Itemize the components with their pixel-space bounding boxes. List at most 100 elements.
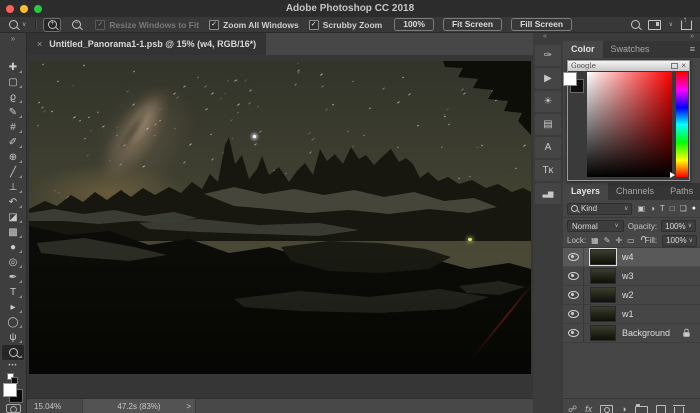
zoom-tool[interactable] — [2, 345, 24, 360]
filter-toggle[interactable]: ● — [692, 205, 696, 212]
visibility-toggle[interactable] — [563, 324, 584, 342]
move-tool[interactable]: ✚ — [2, 60, 24, 75]
document-tab[interactable]: × Untitled_Panorama1-1.psb @ 15% (w4, RG… — [27, 33, 266, 55]
zoom-100-button[interactable]: 100% — [394, 18, 434, 31]
tab-color[interactable]: Color — [563, 41, 603, 58]
quick-mask-button[interactable] — [6, 404, 21, 413]
lock-position-icon[interactable]: ✛ — [615, 237, 622, 245]
path-selection-tool[interactable]: ▸ — [2, 300, 24, 315]
crop-tool[interactable]: # — [2, 120, 24, 135]
layer-thumbnail[interactable] — [590, 249, 616, 265]
hand-tool[interactable]: ψ — [2, 330, 24, 345]
foreground-background-swatches[interactable] — [3, 383, 23, 398]
layer-thumbnail[interactable] — [590, 268, 616, 284]
spot-healing-tool[interactable]: ⊕ — [2, 150, 24, 165]
libraries-icon[interactable]: ▤ — [535, 114, 561, 135]
eyedropper-tool[interactable]: ✐ — [2, 135, 24, 150]
search-icon[interactable] — [631, 20, 640, 29]
hue-slider[interactable] — [676, 72, 688, 177]
layer-row-w3[interactable]: w3 — [563, 267, 700, 286]
ellipse-tool[interactable]: ◯ — [2, 315, 24, 330]
pixel-filter-icon[interactable]: ▣ — [637, 205, 645, 213]
character-styles-icon[interactable]: Tᴋ — [535, 160, 561, 181]
fill-value[interactable]: 100% ∨ — [662, 235, 697, 247]
type-tool[interactable]: T — [2, 285, 24, 300]
layer-style-icon[interactable]: fx — [585, 405, 592, 413]
adjustment-filter-icon[interactable]: ◑ — [650, 205, 655, 213]
share-icon[interactable]: ↑ — [681, 20, 692, 30]
brush-tool[interactable]: ╱ — [2, 165, 24, 180]
panel-menu-icon[interactable]: ≡ — [690, 41, 700, 58]
glyphs-icon[interactable]: A — [535, 137, 561, 158]
canvas-area[interactable] — [27, 55, 533, 398]
google-window-titlebar[interactable]: Google × — [568, 61, 689, 71]
visibility-toggle[interactable] — [563, 305, 584, 323]
zoom-percentage[interactable]: 15.04% — [34, 402, 61, 411]
eraser-tool[interactable]: ◪ — [2, 210, 24, 225]
zoom-tool-preset[interactable]: ∨ — [6, 19, 29, 30]
layer-row-w4[interactable]: w4 — [563, 248, 700, 267]
zoom-out-button[interactable] — [67, 18, 85, 32]
gradient-tool[interactable]: ▩ — [2, 225, 24, 240]
close-window-icon[interactable]: × — [681, 62, 686, 70]
edit-toolbar-button[interactable]: ••• — [8, 363, 17, 369]
layer-row-background[interactable]: Background — [563, 324, 700, 343]
smart-object-filter-icon[interactable]: ❏ — [680, 205, 687, 213]
visibility-toggle[interactable] — [563, 248, 584, 266]
zoom-in-button[interactable] — [43, 18, 61, 32]
restore-window-icon[interactable] — [671, 63, 678, 69]
blur-tool[interactable]: ● — [2, 240, 24, 255]
pen-tool[interactable]: ✒ — [2, 270, 24, 285]
checkbox-scrubby-zoom[interactable]: ✓Scrubby Zoom — [309, 20, 383, 30]
status-timing[interactable]: 47.2s (83%) > — [82, 399, 196, 413]
history-brush-tool[interactable]: ↶ — [2, 195, 24, 210]
add-layer-mask-icon[interactable] — [600, 405, 613, 413]
type-filter-icon[interactable]: T — [660, 205, 665, 213]
clone-stamp-tool[interactable]: ⊥ — [2, 180, 24, 195]
link-layers-icon[interactable]: ☍ — [568, 405, 577, 413]
histogram-icon[interactable]: ▃▆ — [535, 183, 561, 204]
chevron-down-icon[interactable]: ∨ — [669, 22, 673, 28]
delete-layer-icon[interactable] — [674, 407, 684, 413]
close-tab-icon[interactable]: × — [37, 39, 42, 49]
tab-channels[interactable]: Channels — [608, 183, 662, 200]
status-chevron-icon[interactable]: > — [186, 402, 191, 411]
layer-thumbnail[interactable] — [590, 325, 616, 341]
lock-transparency-icon[interactable]: ▦ — [591, 237, 599, 245]
blend-mode-select[interactable]: Normal ∨ — [567, 220, 624, 232]
layer-filter-kind-select[interactable]: Kind ∨ — [567, 203, 632, 215]
expand-dock-icon[interactable]: » — [690, 33, 694, 40]
brush-settings-icon[interactable]: ✑ — [535, 45, 561, 66]
collapse-dock-icon[interactable]: « — [543, 33, 547, 40]
lock-pixels-icon[interactable]: ✎ — [604, 237, 611, 245]
foreground-color-swatch[interactable] — [3, 383, 17, 397]
adjustment-layer-icon[interactable]: ◑ — [621, 405, 626, 413]
fill-screen-button[interactable]: Fill Screen — [511, 18, 572, 31]
checkbox-zoom-all-windows[interactable]: ✓Zoom All Windows — [209, 20, 299, 30]
dodge-tool[interactable]: ◎ — [2, 255, 24, 270]
lasso-tool[interactable]: ϱ — [2, 90, 24, 105]
sun-icon[interactable]: ☀ — [535, 91, 561, 112]
layer-thumbnail[interactable] — [590, 287, 616, 303]
layer-row-w1[interactable]: w1 — [563, 305, 700, 324]
opacity-value[interactable]: 100% ∨ — [661, 220, 696, 232]
quick-selection-tool[interactable]: ✎ — [2, 105, 24, 120]
default-colors-icon[interactable] — [7, 373, 19, 380]
tab-swatches[interactable]: Swatches — [603, 41, 658, 58]
new-group-icon[interactable] — [635, 406, 648, 413]
google-floating-window[interactable]: Google × — [567, 60, 690, 181]
marquee-tool[interactable]: ▢ — [2, 75, 24, 90]
actions-play-icon[interactable]: ▶ — [535, 68, 561, 89]
fit-screen-button[interactable]: Fit Screen — [443, 18, 502, 31]
color-saturation-field[interactable] — [587, 72, 672, 177]
visibility-toggle[interactable] — [563, 286, 584, 304]
shape-filter-icon[interactable]: □ — [670, 205, 675, 213]
layer-thumbnail[interactable] — [590, 306, 616, 322]
lock-artboard-icon[interactable]: ▭ — [627, 237, 635, 245]
tab-paths[interactable]: Paths — [662, 183, 700, 200]
layer-row-w2[interactable]: w2 — [563, 286, 700, 305]
tab-layers[interactable]: Layers — [563, 183, 608, 200]
hue-cursor[interactable] — [670, 172, 675, 178]
expand-toolbar-button[interactable]: » — [11, 33, 15, 45]
visibility-toggle[interactable] — [563, 267, 584, 285]
